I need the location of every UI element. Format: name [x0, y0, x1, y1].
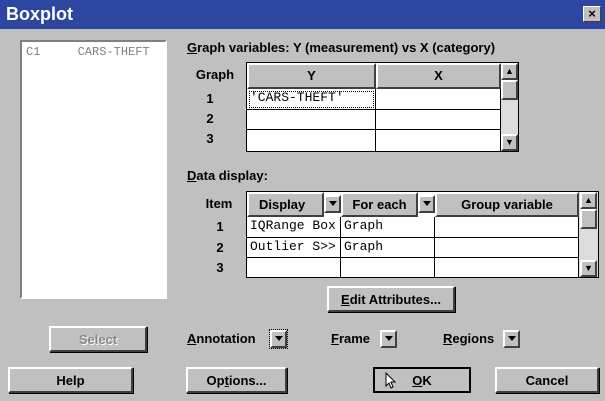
item-row-number: 2 [216, 240, 224, 255]
x-column-header[interactable]: X [376, 63, 501, 89]
scroll-thumb[interactable] [580, 209, 597, 229]
graph-column-header: Graph [195, 67, 235, 82]
graph-x-cell[interactable] [376, 89, 501, 110]
display-column-header[interactable]: Display [247, 192, 324, 217]
graph-grid-scrollbar[interactable]: ▲ ▼ [501, 63, 518, 151]
graph-row-number: 2 [206, 111, 214, 126]
foreach-cell[interactable]: Graph [341, 238, 435, 258]
foreach-column-header[interactable]: For each [341, 192, 418, 217]
item-column-header: Item [205, 196, 233, 211]
regions-label: Regions [443, 331, 495, 346]
graph-variables-grid[interactable]: Y X 'CARS-THEFT' ▲ ▼ [246, 62, 519, 152]
graph-x-cell[interactable] [376, 130, 501, 151]
display-cell[interactable]: IQRange Box [247, 217, 341, 238]
cancel-button[interactable]: Cancel [495, 367, 599, 393]
foreach-cell[interactable] [341, 258, 435, 277]
scroll-up-icon[interactable]: ▲ [501, 63, 518, 80]
close-icon[interactable]: × [583, 6, 601, 22]
y-column-header[interactable]: Y [247, 63, 376, 89]
group-variable-cell[interactable] [435, 217, 579, 238]
select-button[interactable]: Select [49, 326, 147, 352]
group-variable-cell[interactable] [435, 258, 579, 277]
foreach-dropdown-icon[interactable] [418, 195, 435, 213]
variable-name: CARS-THEFT [77, 45, 150, 59]
data-display-grid[interactable]: Display For each Group variable IQRange … [246, 191, 599, 278]
graph-y-cell[interactable]: 'CARS-THEFT' [247, 89, 376, 110]
graph-row-number: 3 [206, 131, 214, 146]
group-variable-cell[interactable] [435, 238, 579, 258]
frame-dropdown-icon[interactable] [380, 330, 397, 348]
scroll-down-icon[interactable]: ▼ [501, 134, 518, 151]
help-button[interactable]: Help [8, 367, 133, 393]
mouse-pointer-icon [385, 371, 397, 392]
window-title: Boxplot [6, 4, 73, 24]
annotation-dropdown-icon[interactable] [269, 329, 288, 349]
data-display-label: Data display: [187, 168, 268, 183]
graph-y-cell[interactable] [247, 130, 376, 151]
scroll-up-icon[interactable]: ▲ [580, 192, 597, 209]
graph-x-cell[interactable] [376, 110, 501, 130]
variable-id: C1 [26, 45, 41, 59]
regions-dropdown-icon[interactable] [503, 330, 520, 348]
display-cell[interactable] [247, 258, 341, 277]
title-bar: Boxplot × [0, 0, 605, 29]
item-row-number: 3 [216, 260, 224, 275]
boxplot-dialog: Boxplot × C1 CARS-THEFT Graph variables:… [0, 0, 605, 401]
graph-variables-label: Graph variables: Y (measurement) vs X (c… [187, 40, 496, 55]
edit-attributes-button[interactable]: Edit Attributes... [327, 286, 455, 312]
group-variable-column-header[interactable]: Group variable [435, 192, 579, 217]
variable-list-item[interactable]: C1 CARS-THEFT [26, 45, 150, 59]
foreach-cell[interactable]: Graph [341, 217, 435, 238]
ok-button[interactable]: OK [373, 367, 471, 393]
variable-list[interactable]: C1 CARS-THEFT [20, 40, 167, 299]
display-cell[interactable]: Outlier S>> [247, 238, 341, 258]
frame-label: Frame [331, 331, 371, 346]
annotation-label: Annotation [187, 331, 256, 346]
display-dropdown-icon[interactable] [324, 195, 341, 213]
data-grid-scrollbar[interactable]: ▲ ▼ [579, 192, 598, 277]
scroll-thumb[interactable] [501, 80, 518, 100]
graph-y-cell[interactable] [247, 110, 376, 130]
options-button[interactable]: Op t ions... [186, 367, 287, 393]
graph-row-number: 1 [206, 91, 214, 106]
scroll-down-icon[interactable]: ▼ [580, 260, 597, 277]
item-row-number: 1 [216, 219, 224, 234]
